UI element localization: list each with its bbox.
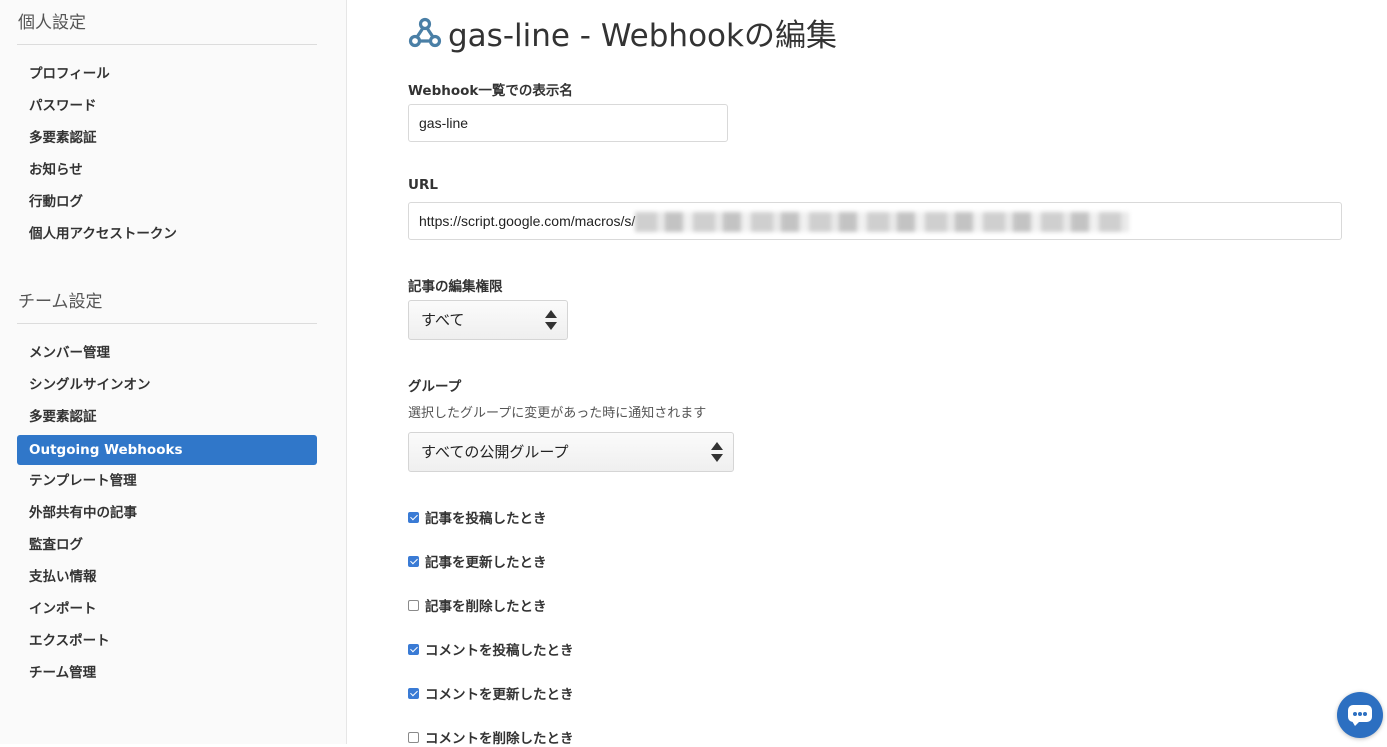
event-label: コメントを更新したとき xyxy=(425,687,574,703)
url-label: URL xyxy=(408,177,438,193)
event-checkbox-post-deleted[interactable] xyxy=(408,599,419,611)
sidebar-item-sso[interactable]: シングルサインオン xyxy=(17,370,317,400)
sidebar-item-templates[interactable]: テンプレート管理 xyxy=(17,466,317,496)
sidebar-item-outgoing-webhooks[interactable]: Outgoing Webhooks xyxy=(17,435,317,465)
settings-sidebar: 個人設定 プロフィール パスワード 多要素認証 お知らせ 行動ログ 個人用アクセ… xyxy=(0,0,347,744)
sidebar-item-audit-log[interactable]: 監査ログ xyxy=(17,530,317,560)
event-checkbox-comment-updated[interactable] xyxy=(408,687,419,699)
event-option: コメントを削除したとき xyxy=(408,727,574,747)
url-input[interactable]: https://script.google.com/macros/s/ xyxy=(408,202,1342,240)
personal-settings-heading: 個人設定 xyxy=(18,13,86,33)
event-checkbox-comment-deleted[interactable] xyxy=(408,731,419,743)
webhook-edit-form: gas-line - Webhookの編集 Webhook一覧での表示名 gas… xyxy=(348,0,1387,747)
group-label: グループ xyxy=(408,379,462,395)
display-name-value: gas-line xyxy=(419,115,469,131)
page-header: gas-line - Webhookの編集 xyxy=(408,10,837,55)
sidebar-item-team-mfa[interactable]: 多要素認証 xyxy=(17,402,317,432)
sidebar-item-import[interactable]: インポート xyxy=(17,594,317,624)
event-label: コメントを投稿したとき xyxy=(425,643,574,659)
sidebar-item-export[interactable]: エクスポート xyxy=(17,626,317,656)
sidebar-item-team-management[interactable]: チーム管理 xyxy=(17,658,317,688)
divider xyxy=(17,323,317,324)
event-option: 記事を削除したとき xyxy=(408,595,547,615)
event-checkbox-post-created[interactable] xyxy=(408,511,419,523)
sidebar-item-billing[interactable]: 支払い情報 xyxy=(17,562,317,592)
event-label: 記事を投稿したとき xyxy=(425,511,547,527)
select-arrows-icon xyxy=(711,442,723,462)
group-value: すべての公開グループ xyxy=(421,443,569,461)
event-checkbox-comment-created[interactable] xyxy=(408,643,419,655)
select-arrows-icon xyxy=(545,310,557,330)
sidebar-item-profile[interactable]: プロフィール xyxy=(17,59,317,89)
edit-permission-select[interactable]: すべて xyxy=(408,300,568,340)
group-select[interactable]: すべての公開グループ xyxy=(408,432,734,472)
sidebar-item-members[interactable]: メンバー管理 xyxy=(17,338,317,368)
sidebar-item-personal-mfa[interactable]: 多要素認証 xyxy=(17,123,317,153)
sidebar-item-access-tokens[interactable]: 個人用アクセストークン xyxy=(17,219,317,249)
team-settings-heading: チーム設定 xyxy=(18,292,103,312)
page-title: gas-line - Webhookの編集 xyxy=(448,18,837,54)
sidebar-item-shared-posts[interactable]: 外部共有中の記事 xyxy=(17,498,317,528)
edit-permission-label: 記事の編集権限 xyxy=(408,279,503,295)
group-help-text: 選択したグループに変更があった時に通知されます xyxy=(408,406,707,421)
event-label: 記事を削除したとき xyxy=(425,599,547,615)
event-option: 記事を更新したとき xyxy=(408,551,547,571)
event-label: 記事を更新したとき xyxy=(425,555,547,571)
sidebar-item-password[interactable]: パスワード xyxy=(17,91,317,121)
event-checkbox-post-updated[interactable] xyxy=(408,555,419,567)
event-option: コメントを投稿したとき xyxy=(408,639,574,659)
redacted-url-segment xyxy=(635,212,1130,233)
event-option: 記事を投稿したとき xyxy=(408,507,547,527)
url-value: https://script.google.com/macros/s/ xyxy=(419,213,636,229)
display-name-input[interactable]: gas-line xyxy=(408,104,728,142)
sidebar-item-activity-log[interactable]: 行動ログ xyxy=(17,187,317,217)
display-name-label: Webhook一覧での表示名 xyxy=(408,83,573,99)
webhook-icon xyxy=(408,17,442,47)
event-label: コメントを削除したとき xyxy=(425,731,574,747)
event-option: コメントを更新したとき xyxy=(408,683,574,703)
sidebar-item-notifications[interactable]: お知らせ xyxy=(17,155,317,185)
edit-permission-value: すべて xyxy=(421,311,465,329)
divider xyxy=(17,44,317,45)
chat-support-button[interactable] xyxy=(1337,692,1383,738)
